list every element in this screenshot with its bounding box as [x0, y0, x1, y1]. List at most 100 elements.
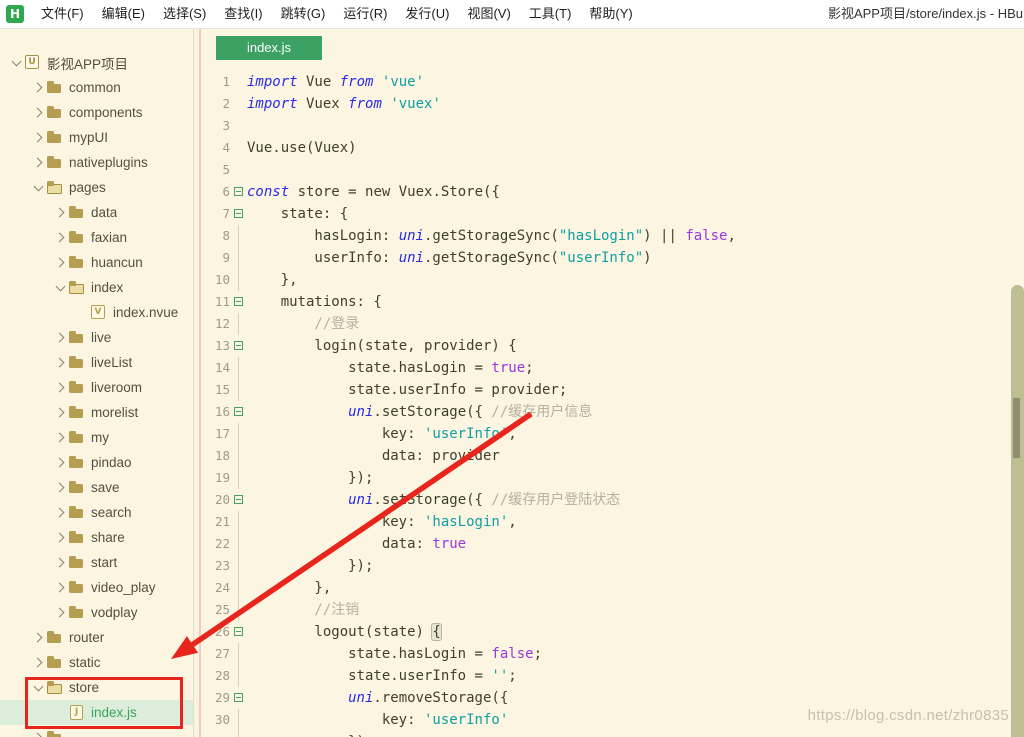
- tree-item-my[interactable]: my: [0, 425, 197, 450]
- chevron-right-icon[interactable]: [30, 730, 46, 737]
- chevron-right-icon[interactable]: [52, 530, 68, 546]
- code-line[interactable]: 20uni.setStorage({ //缓存用户登陆状态: [200, 489, 1024, 511]
- tree-item-video_play[interactable]: video_play: [0, 575, 197, 600]
- fold-marker-icon[interactable]: [230, 203, 247, 225]
- code-line[interactable]: 5: [200, 159, 1024, 181]
- code-line[interactable]: 13login(state, provider) {: [200, 335, 1024, 357]
- code-line[interactable]: 11mutations: {: [200, 291, 1024, 313]
- menu-item-8[interactable]: 工具(T): [520, 0, 581, 28]
- menu-item-9[interactable]: 帮助(Y): [580, 0, 641, 28]
- code-line[interactable]: 12//登录: [200, 313, 1024, 335]
- menu-item-2[interactable]: 选择(S): [154, 0, 215, 28]
- tree-item-data[interactable]: data: [0, 200, 197, 225]
- chevron-right-icon[interactable]: [52, 205, 68, 221]
- chevron-right-icon[interactable]: [52, 455, 68, 471]
- code-line[interactable]: 31}): [200, 731, 1024, 737]
- tree-item-index.js[interactable]: index.js: [0, 700, 197, 725]
- fold-marker-icon[interactable]: [230, 401, 247, 423]
- code-line[interactable]: 10},: [200, 269, 1024, 291]
- chevron-right-icon[interactable]: [52, 255, 68, 271]
- chevron-right-icon[interactable]: [52, 405, 68, 421]
- editor-pane[interactable]: index.js 1import Vue from 'vue'2import V…: [200, 28, 1024, 737]
- tree-item-pages[interactable]: pages: [0, 175, 197, 200]
- tree-item-mypUI[interactable]: mypUI: [0, 125, 197, 150]
- tree-item-start[interactable]: start: [0, 550, 197, 575]
- tree-item-morelist[interactable]: morelist: [0, 400, 197, 425]
- fold-marker-icon[interactable]: [230, 335, 247, 357]
- fold-marker-icon[interactable]: [230, 291, 247, 313]
- tab-index-js[interactable]: index.js: [216, 36, 322, 60]
- tree-item-liveList[interactable]: liveList: [0, 350, 197, 375]
- tree-item-vodplay[interactable]: vodplay: [0, 600, 197, 625]
- tree-item-liveroom[interactable]: liveroom: [0, 375, 197, 400]
- tree-item-faxian[interactable]: faxian: [0, 225, 197, 250]
- menu-item-7[interactable]: 视图(V): [458, 0, 519, 28]
- chevron-right-icon[interactable]: [30, 80, 46, 96]
- tree-item-partial[interactable]: [0, 725, 197, 737]
- code-line[interactable]: 2import Vuex from 'vuex': [200, 93, 1024, 115]
- tree-item-live[interactable]: live: [0, 325, 197, 350]
- code-line[interactable]: 7state: {: [200, 203, 1024, 225]
- code-line[interactable]: 1import Vue from 'vue': [200, 71, 1024, 93]
- chevron-right-icon[interactable]: [52, 355, 68, 371]
- code-line[interactable]: 8hasLogin: uni.getStorageSync("hasLogin"…: [200, 225, 1024, 247]
- chevron-right-icon[interactable]: [30, 105, 46, 121]
- chevron-down-icon[interactable]: [8, 55, 24, 71]
- menu-item-5[interactable]: 运行(R): [334, 0, 396, 28]
- tree-item-index.nvue[interactable]: index.nvue: [0, 300, 197, 325]
- code-line[interactable]: 22data: true: [200, 533, 1024, 555]
- chevron-right-icon[interactable]: [52, 230, 68, 246]
- chevron-right-icon[interactable]: [52, 430, 68, 446]
- tree-item-common[interactable]: common: [0, 75, 197, 100]
- code-line[interactable]: 21key: 'hasLogin',: [200, 511, 1024, 533]
- fold-marker-icon[interactable]: [230, 181, 247, 203]
- vertical-scrollbar[interactable]: [1011, 285, 1024, 737]
- code-line[interactable]: 14state.hasLogin = true;: [200, 357, 1024, 379]
- tree-item-router[interactable]: router: [0, 625, 197, 650]
- chevron-right-icon[interactable]: [30, 155, 46, 171]
- fold-marker-icon[interactable]: [230, 489, 247, 511]
- tree-item-static[interactable]: static: [0, 650, 197, 675]
- chevron-right-icon[interactable]: [52, 330, 68, 346]
- code-line[interactable]: 24},: [200, 577, 1024, 599]
- code-line[interactable]: 4Vue.use(Vuex): [200, 137, 1024, 159]
- chevron-down-icon[interactable]: [30, 180, 46, 196]
- chevron-down-icon[interactable]: [52, 280, 68, 296]
- menu-item-0[interactable]: 文件(F): [32, 0, 93, 28]
- tree-item-pindao[interactable]: pindao: [0, 450, 197, 475]
- menu-item-3[interactable]: 查找(I): [215, 0, 271, 28]
- scrollbar-thumb[interactable]: [1013, 398, 1020, 458]
- code-line[interactable]: 23});: [200, 555, 1024, 577]
- code-line[interactable]: 28state.userInfo = '';: [200, 665, 1024, 687]
- chevron-right-icon[interactable]: [30, 130, 46, 146]
- menu-item-4[interactable]: 跳转(G): [272, 0, 335, 28]
- code-line[interactable]: 17key: 'userInfo',: [200, 423, 1024, 445]
- code-line[interactable]: 27state.hasLogin = false;: [200, 643, 1024, 665]
- code-line[interactable]: 15state.userInfo = provider;: [200, 379, 1024, 401]
- code-area[interactable]: 1import Vue from 'vue'2import Vuex from …: [200, 71, 1024, 737]
- chevron-right-icon[interactable]: [30, 630, 46, 646]
- chevron-down-icon[interactable]: [30, 680, 46, 696]
- code-line[interactable]: 26logout(state) {: [200, 621, 1024, 643]
- code-line[interactable]: 16uni.setStorage({ //缓存用户信息: [200, 401, 1024, 423]
- code-line[interactable]: 6const store = new Vuex.Store({: [200, 181, 1024, 203]
- fold-marker-icon[interactable]: [230, 687, 247, 709]
- chevron-right-icon[interactable]: [52, 380, 68, 396]
- fold-marker-icon[interactable]: [230, 621, 247, 643]
- code-line[interactable]: 25//注销: [200, 599, 1024, 621]
- code-line[interactable]: 3: [200, 115, 1024, 137]
- tree-item-index[interactable]: index: [0, 275, 197, 300]
- chevron-right-icon[interactable]: [52, 605, 68, 621]
- tree-item-share[interactable]: share: [0, 525, 197, 550]
- tree-item-nativeplugins[interactable]: nativeplugins: [0, 150, 197, 175]
- tree-item-store[interactable]: store: [0, 675, 197, 700]
- tree-item-影视APP项目[interactable]: 影视APP项目: [0, 50, 197, 75]
- tree-item-components[interactable]: components: [0, 100, 197, 125]
- tree-item-huancun[interactable]: huancun: [0, 250, 197, 275]
- code-line[interactable]: 29uni.removeStorage({: [200, 687, 1024, 709]
- chevron-right-icon[interactable]: [52, 555, 68, 571]
- tree-item-search[interactable]: search: [0, 500, 197, 525]
- chevron-right-icon[interactable]: [52, 580, 68, 596]
- tree-item-save[interactable]: save: [0, 475, 197, 500]
- chevron-right-icon[interactable]: [52, 480, 68, 496]
